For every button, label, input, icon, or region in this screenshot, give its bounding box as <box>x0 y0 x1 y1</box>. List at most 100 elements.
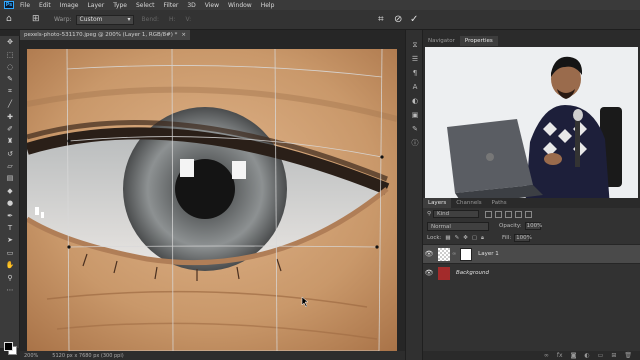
properties-icon[interactable]: ☰ <box>406 52 424 66</box>
fx-icon[interactable]: fx <box>557 352 563 359</box>
menu-window[interactable]: Window <box>228 2 252 9</box>
marquee-icon[interactable]: ⬚ <box>0 48 20 60</box>
cancel-icon[interactable]: ⊘ <box>394 14 402 25</box>
smart-object-filter-icon[interactable] <box>525 210 533 218</box>
warp-select-value: Custom <box>79 15 103 23</box>
bend-field[interactable]: Bend: <box>142 16 159 23</box>
new-layer-icon[interactable]: ⊞ <box>611 352 616 359</box>
healing-icon[interactable]: ✚ <box>0 110 20 122</box>
photoshop-logo: Ps <box>4 1 14 9</box>
shape-filter-icon[interactable] <box>515 210 523 218</box>
home-icon[interactable]: ⌂ <box>6 14 18 26</box>
info-icon[interactable]: ⓘ <box>406 136 424 150</box>
tab-layers[interactable]: Layers <box>423 198 452 208</box>
menu-type[interactable]: Type <box>113 2 127 9</box>
menu-3d[interactable]: 3D <box>187 2 195 9</box>
move-icon[interactable]: ✥ <box>0 36 20 48</box>
collapsed-panels-strip: ⧖ ☰ ¶ A ◐ ▣ ✎ ⓘ <box>405 30 423 360</box>
quick-select-icon[interactable]: ✎ <box>0 73 20 85</box>
adjustment-filter-icon[interactable] <box>495 210 503 218</box>
warp-select[interactable]: Custom ▾ <box>75 14 134 25</box>
path-select-icon[interactable]: ➤ <box>0 234 20 246</box>
link-icon[interactable]: ∞ <box>544 352 549 359</box>
layer-row-layer-1[interactable]: 👁︎ ∞ Layer 1 <box>423 244 640 263</box>
document-info[interactable]: 5120 px x 7680 px (300 ppi) <box>52 353 123 359</box>
adjustment-icon[interactable]: ◐ <box>584 352 589 359</box>
blur-icon[interactable]: ◆ <box>0 185 20 197</box>
clone-stamp-icon[interactable]: ♜ <box>0 135 20 147</box>
visibility-eye-icon[interactable]: 👁︎ <box>423 250 435 258</box>
warp-tool-icon[interactable]: ⊞ <box>32 14 44 26</box>
opacity-field[interactable]: 100% <box>524 222 542 230</box>
brush-icon[interactable]: ✐ <box>0 123 20 135</box>
crop-icon[interactable]: ⌗ <box>0 86 20 98</box>
tab-navigator[interactable]: Navigator <box>423 36 460 46</box>
status-bar: 200% 5120 px x 7680 px (300 ppi) <box>20 351 406 360</box>
menu-help[interactable]: Help <box>261 2 275 9</box>
search-icon: ⚲ <box>427 211 432 217</box>
type-icon[interactable]: T <box>0 222 20 234</box>
history-icon[interactable]: ⧖ <box>406 38 424 52</box>
type-filter-icon[interactable] <box>505 210 513 218</box>
options-bar: ⌂ ⊞ Warp: Custom ▾ Bend: H: V: ⌗ ⊘ ✓ <box>0 10 640 30</box>
gradient-icon[interactable]: ▤ <box>0 172 20 184</box>
h-field[interactable]: H: <box>169 16 176 23</box>
kind-filter-select[interactable]: Kind <box>433 210 480 218</box>
warp-toggle-icon[interactable]: ⌗ <box>378 14 384 25</box>
styles-icon[interactable]: ▣ <box>406 108 424 122</box>
lock-artboard-icon[interactable]: ▢ <box>472 235 477 241</box>
zoom-icon[interactable]: ⚲ <box>0 271 20 283</box>
brushes-icon[interactable]: ✎ <box>406 122 424 136</box>
pixel-filter-icon[interactable] <box>485 210 493 218</box>
eyedropper-icon[interactable]: ╱ <box>0 98 20 110</box>
rectangle-icon[interactable]: ▭ <box>0 247 20 259</box>
layer-mask-thumbnail[interactable] <box>460 247 473 261</box>
menu-view[interactable]: View <box>205 2 219 9</box>
visibility-eye-icon[interactable]: 👁︎ <box>423 269 435 277</box>
menu-layer[interactable]: Layer <box>87 2 104 9</box>
chain-link-icon[interactable]: ∞ <box>452 251 456 257</box>
layer-name[interactable]: Background <box>456 270 489 276</box>
layers-panel: Layers Channels Paths ⚲ Kind Normal Opac… <box>423 198 640 360</box>
menu-image[interactable]: Image <box>60 2 79 9</box>
tab-channels[interactable]: Channels <box>451 198 486 208</box>
history-brush-icon[interactable]: ↺ <box>0 148 20 160</box>
warp-grid[interactable] <box>27 49 397 351</box>
document-tab[interactable]: pexels-photo-531170.jpeg @ 200% (Layer 1… <box>20 30 190 40</box>
tab-paths[interactable]: Paths <box>487 198 512 208</box>
character-icon[interactable]: A <box>406 80 424 94</box>
tab-properties[interactable]: Properties <box>459 36 498 46</box>
lock-paint-icon[interactable]: ✎ <box>455 235 460 241</box>
mask-icon[interactable]: ◙ <box>571 352 577 359</box>
adjustments-icon[interactable]: ◐ <box>406 94 424 108</box>
lock-pixels-icon[interactable]: ▦ <box>445 235 450 241</box>
dodge-icon[interactable]: ● <box>0 197 20 209</box>
hand-icon[interactable]: ✋ <box>0 259 20 271</box>
v-field[interactable]: V: <box>186 16 192 23</box>
lock-all-icon[interactable]: 🔒︎ <box>481 235 484 242</box>
navigator-properties-tabs: Navigator Properties <box>423 36 498 46</box>
lasso-icon[interactable]: ◌ <box>0 61 20 73</box>
document-canvas[interactable] <box>27 49 397 351</box>
layer-row-background[interactable]: 👁︎ Background <box>423 263 640 282</box>
eraser-icon[interactable]: ▱ <box>0 160 20 172</box>
group-icon[interactable]: ▭ <box>598 352 604 359</box>
layer-name[interactable]: Layer 1 <box>478 251 499 257</box>
close-icon[interactable]: × <box>181 30 186 40</box>
commit-check-icon[interactable]: ✓ <box>410 14 418 25</box>
foreground-color-swatch[interactable] <box>4 342 13 351</box>
menu-filter[interactable]: Filter <box>164 2 179 9</box>
more-icon[interactable]: ⋯ <box>0 284 20 296</box>
lock-row: Lock: ▦ ✎ ✥ ▢ 🔒︎ Fill: 100% <box>423 232 640 244</box>
paragraph-icon[interactable]: ¶ <box>406 66 424 80</box>
trash-icon[interactable]: 🗑︎ <box>624 352 632 359</box>
fill-field[interactable]: 100% <box>514 234 532 242</box>
lock-move-icon[interactable]: ✥ <box>463 235 468 241</box>
menu-edit[interactable]: Edit <box>39 2 51 9</box>
blend-mode-select[interactable]: Normal <box>427 221 489 231</box>
menu-file[interactable]: File <box>20 2 30 9</box>
pen-icon[interactable]: ✒ <box>0 209 20 221</box>
menu-select[interactable]: Select <box>136 2 155 9</box>
layer-thumbnail <box>438 266 450 280</box>
zoom-level[interactable]: 200% <box>24 353 38 359</box>
